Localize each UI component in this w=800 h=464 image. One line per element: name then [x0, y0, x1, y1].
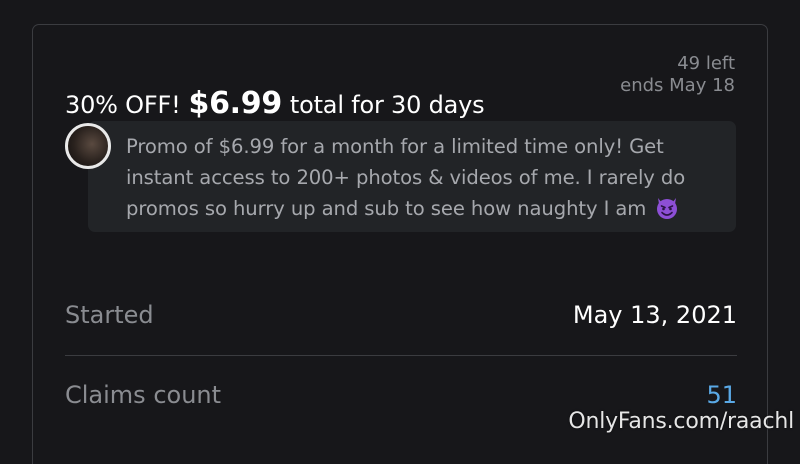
offer-end-date: ends May 18 [620, 75, 735, 96]
watermark: OnlyFans.com/raachl [568, 409, 794, 434]
claims-count-link[interactable]: 51 [706, 381, 737, 409]
started-value: May 13, 2021 [572, 301, 737, 329]
offer-title: 30% OFF! $6.99 total for 30 days [65, 86, 485, 126]
promo-message-text: Promo of $6.99 for a month for a limited… [126, 135, 686, 220]
offer-meta: 49 left ends May 18 [620, 53, 735, 97]
smiling-face-with-horns-icon [657, 198, 678, 219]
claims-row: Claims count 51 [65, 377, 737, 413]
price-label: $6.99 [188, 86, 283, 121]
divider [65, 355, 737, 356]
promo-message: Promo of $6.99 for a month for a limited… [126, 131, 736, 224]
claims-label: Claims count [65, 381, 222, 409]
discount-label: 30% OFF! [65, 91, 181, 119]
duration-label: total for 30 days [289, 91, 485, 119]
avatar[interactable] [65, 123, 111, 169]
remaining-count: 49 left [677, 53, 735, 74]
promo-offer-card: 30% OFF! $6.99 total for 30 days 49 left… [32, 24, 768, 464]
started-label: Started [65, 301, 154, 329]
started-row: Started May 13, 2021 [65, 297, 737, 333]
